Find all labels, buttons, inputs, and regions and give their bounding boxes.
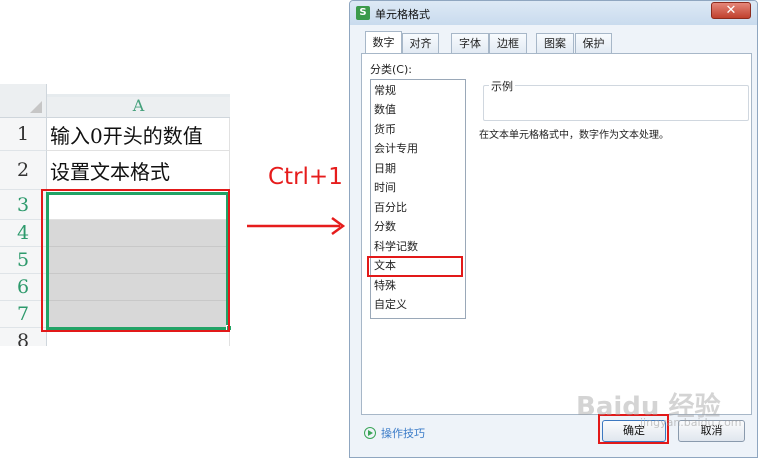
select-all-corner[interactable] xyxy=(0,84,47,118)
category-item-time[interactable]: 时间 xyxy=(374,179,396,197)
row-header-8[interactable]: 8 xyxy=(0,328,47,346)
category-highlight-box xyxy=(367,256,463,277)
tab-border[interactable]: 边框 xyxy=(489,33,527,53)
category-item-general[interactable]: 常规 xyxy=(374,82,396,100)
tab-number[interactable]: 数字 xyxy=(365,31,402,53)
tab-pattern[interactable]: 图案 xyxy=(536,33,574,53)
right-arrow-icon xyxy=(247,216,346,236)
dialog-titlebar[interactable]: S 单元格格式 ✕ xyxy=(350,1,757,25)
tab-protection[interactable]: 保护 xyxy=(575,33,612,53)
category-item-currency[interactable]: 货币 xyxy=(374,121,396,139)
column-header-strip xyxy=(47,94,230,97)
row-header-5[interactable]: 5 xyxy=(0,247,47,274)
category-item-fraction[interactable]: 分数 xyxy=(374,218,396,236)
category-item-date[interactable]: 日期 xyxy=(374,160,396,178)
row-header-4[interactable]: 4 xyxy=(0,220,47,247)
select-all-triangle-icon xyxy=(30,101,42,113)
number-tab-panel: 分类(C): 常规 数值 货币 会计专用 日期 时间 百分比 分数 科学记数 文… xyxy=(361,53,752,415)
baidu-watermark-url: jingyan.baidu.com xyxy=(640,416,742,429)
tips-link-label: 操作技巧 xyxy=(381,427,425,440)
tab-font[interactable]: 字体 xyxy=(451,33,489,53)
app-logo-icon: S xyxy=(356,6,370,20)
category-label: 分类(C): xyxy=(370,63,412,76)
example-label: 示例 xyxy=(489,78,515,94)
tab-alignment[interactable]: 对齐 xyxy=(402,33,439,53)
category-item-special[interactable]: 特殊 xyxy=(374,277,396,295)
row-header-6[interactable]: 6 xyxy=(0,274,47,301)
category-item-accounting[interactable]: 会计专用 xyxy=(374,140,418,158)
format-description: 在文本单元格格式中，数字作为文本处理。 xyxy=(479,130,669,141)
category-list[interactable]: 常规 数值 货币 会计专用 日期 时间 百分比 分数 科学记数 文本 特殊 自定… xyxy=(370,79,466,319)
shortcut-label: Ctrl+1 xyxy=(268,164,343,190)
dialog-title: 单元格格式 xyxy=(375,8,430,21)
cell-a2[interactable]: 设置文本格式 xyxy=(47,151,230,190)
play-circle-icon xyxy=(364,427,376,439)
example-groupbox xyxy=(483,85,749,121)
close-button[interactable]: ✕ xyxy=(711,2,751,19)
selection-highlight-box xyxy=(41,189,230,332)
row-header-1[interactable]: 1 xyxy=(0,118,47,151)
column-header-a[interactable]: A xyxy=(47,94,230,118)
row-header-3[interactable]: 3 xyxy=(0,190,47,220)
row-header-2[interactable]: 2 xyxy=(0,151,47,190)
category-item-percentage[interactable]: 百分比 xyxy=(374,199,407,217)
row-header-7[interactable]: 7 xyxy=(0,301,47,328)
tips-link[interactable]: 操作技巧 xyxy=(364,425,425,441)
cell-a1[interactable]: 输入0开头的数值 xyxy=(47,118,230,151)
category-item-scientific[interactable]: 科学记数 xyxy=(374,238,418,256)
category-item-number[interactable]: 数值 xyxy=(374,101,396,119)
category-item-custom[interactable]: 自定义 xyxy=(374,296,407,314)
